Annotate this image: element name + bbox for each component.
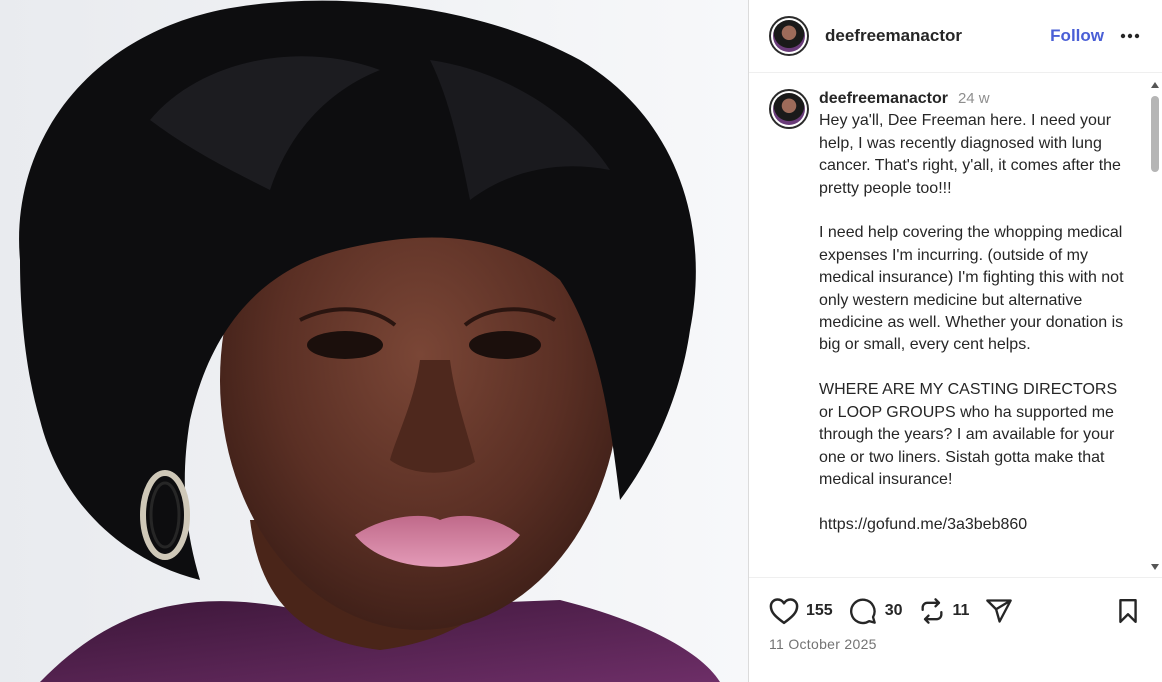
avatar[interactable] — [769, 16, 809, 56]
like-button[interactable]: 155 — [769, 597, 833, 625]
share-button[interactable] — [984, 597, 1014, 625]
caption-timestamp[interactable]: 24 w — [958, 88, 990, 110]
post-actions: 155 30 11 11 October 2025 — [749, 577, 1162, 652]
post-date[interactable]: 11 October 2025 — [769, 636, 1142, 652]
caption-scrollbar[interactable] — [1148, 74, 1162, 576]
comment-button[interactable]: 30 — [848, 597, 903, 625]
scrollbar-thumb[interactable] — [1151, 96, 1159, 172]
scroll-down-arrow-icon[interactable] — [1151, 564, 1159, 570]
save-button[interactable] — [1115, 597, 1141, 625]
follow-button[interactable]: Follow — [1050, 26, 1104, 46]
bookmark-icon — [1115, 597, 1141, 625]
post-photo[interactable] — [0, 0, 748, 682]
portrait-image — [0, 0, 748, 682]
repost-icon — [918, 597, 946, 625]
share-icon — [984, 597, 1014, 625]
heart-icon — [769, 597, 799, 625]
caption: deefreemanactor 24 w Hey ya'll, Dee Free… — [749, 74, 1162, 536]
post-header: deefreemanactor Follow — [749, 0, 1162, 73]
post-viewer: deefreemanactor Follow deefreemanactor 2… — [0, 0, 1162, 682]
caption-scroll-area[interactable]: deefreemanactor 24 w Hey ya'll, Dee Free… — [749, 74, 1162, 576]
caption-text: Hey ya'll, Dee Freeman here. I need your… — [819, 112, 1124, 533]
comment-count: 30 — [884, 602, 903, 619]
repost-button[interactable]: 11 — [918, 597, 970, 625]
caption-avatar[interactable] — [769, 89, 809, 129]
like-count: 155 — [806, 602, 833, 619]
post-side-panel: deefreemanactor Follow deefreemanactor 2… — [748, 0, 1162, 682]
comment-icon — [848, 597, 878, 625]
header-username[interactable]: deefreemanactor — [825, 26, 962, 46]
repost-count: 11 — [952, 602, 970, 619]
caption-username[interactable]: deefreemanactor — [819, 88, 948, 110]
more-horizontal-icon[interactable] — [1118, 24, 1142, 48]
scroll-up-arrow-icon[interactable] — [1151, 82, 1159, 88]
